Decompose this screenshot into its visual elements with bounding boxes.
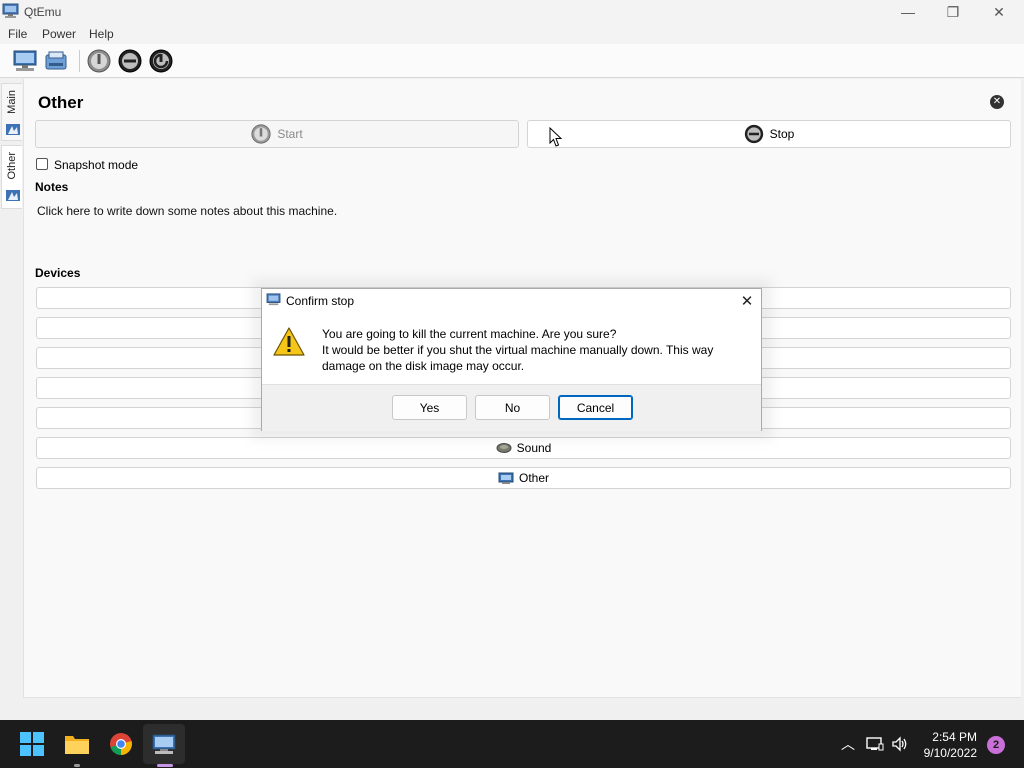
warning-icon [273, 327, 305, 356]
close-window-button[interactable]: ✕ [976, 0, 1022, 24]
toolbar [0, 44, 1024, 78]
tab-main[interactable]: Main [1, 83, 22, 141]
other-device-label: Other [518, 471, 549, 485]
close-icon: ✕ [740, 293, 754, 310]
machine-icon [6, 190, 20, 201]
menu-help[interactable]: Help [89, 27, 114, 41]
start-button[interactable]: Start [35, 120, 519, 148]
dialog-message: You are going to kill the current machin… [322, 326, 742, 374]
monitor-icon [13, 50, 37, 71]
chrome-button[interactable] [105, 728, 137, 760]
close-tab-icon[interactable]: ✕ [990, 95, 1004, 109]
qtemu-app-icon [152, 734, 176, 754]
file-explorer-button[interactable] [61, 728, 93, 760]
yes-label: Yes [419, 400, 440, 415]
page-title: Other [38, 93, 84, 112]
chevron-up-icon: ︿ [841, 736, 855, 752]
reset-icon [149, 49, 173, 73]
windows-logo-icon [20, 732, 44, 756]
open-machine-button[interactable] [42, 48, 70, 74]
confirm-stop-dialog: Confirm stop ✕ You are going to kill the… [261, 288, 762, 431]
clock-date: 9/10/2022 [923, 746, 977, 760]
folder-icon [65, 736, 89, 754]
qtemu-app-icon [266, 293, 281, 306]
tab-main-label: Main [6, 90, 18, 114]
qtemu-taskbar-button[interactable] [148, 728, 180, 760]
start-button-label: Start [277, 127, 303, 141]
menu-file[interactable]: File [8, 27, 27, 41]
toolbar-reset-button[interactable] [147, 48, 175, 74]
sound-device-label: Sound [516, 441, 552, 455]
dialog-message-line1: You are going to kill the current machin… [322, 327, 617, 341]
cancel-label: Cancel [576, 400, 615, 415]
explorer-running-indicator [74, 764, 80, 767]
cancel-button[interactable]: Cancel [558, 395, 633, 420]
network-button[interactable] [864, 720, 886, 768]
tab-other[interactable]: Other [1, 145, 22, 209]
devices-heading: Devices [35, 266, 81, 280]
close-icon: ✕ [993, 3, 1005, 20]
power-stop-icon [118, 49, 142, 73]
show-hidden-icons-button[interactable]: ︿ [838, 720, 858, 768]
machine-icon [6, 124, 20, 135]
volume-button[interactable] [889, 720, 911, 768]
dialog-close-button[interactable]: ✕ [736, 291, 758, 311]
clock[interactable]: 2:54 PM 9/10/2022 [915, 729, 977, 761]
no-button[interactable]: No [475, 395, 550, 420]
stop-button-label: Stop [769, 127, 795, 141]
drive-icon [45, 51, 67, 70]
start-menu-button[interactable] [16, 728, 48, 760]
notification-badge[interactable]: 2 [987, 736, 1005, 754]
taskbar: ︿ 2:54 PM 9/10/2022 [0, 720, 1024, 768]
maximize-button[interactable]: ❐ [930, 0, 976, 24]
power-on-icon [87, 49, 111, 73]
minimize-button[interactable]: — [885, 0, 931, 24]
toolbar-start-button[interactable] [85, 48, 113, 74]
stop-button[interactable]: Stop [527, 120, 1011, 148]
no-label: No [504, 400, 521, 415]
other-device-icon [498, 472, 514, 484]
qtemu-app-icon [2, 3, 19, 18]
minimize-icon: — [901, 4, 915, 20]
qtemu-active-indicator [157, 764, 173, 767]
title-bar: QtEmu — ❐ ✕ [0, 0, 1024, 24]
yes-button[interactable]: Yes [392, 395, 467, 420]
menu-bar: File Power Help [0, 24, 1024, 44]
power-stop-icon [744, 124, 763, 144]
toolbar-stop-button[interactable] [116, 48, 144, 74]
snapshot-mode-label: Snapshot mode [54, 158, 139, 172]
dialog-button-bar: Yes No Cancel [262, 384, 761, 431]
power-on-icon [251, 124, 271, 144]
chrome-icon [110, 733, 132, 755]
tab-other-label: Other [6, 152, 18, 180]
window-title: QtEmu [24, 5, 62, 19]
network-icon [866, 737, 884, 751]
clock-time: 2:54 PM [932, 730, 977, 744]
notes-field[interactable]: Click here to write down some notes abou… [37, 204, 337, 218]
side-tab-bar: Main Other [0, 79, 22, 697]
dialog-title: Confirm stop [286, 294, 355, 308]
snapshot-mode-checkbox[interactable] [36, 158, 48, 170]
mouse-cursor-icon [549, 127, 563, 147]
notes-heading: Notes [35, 180, 69, 194]
new-machine-button[interactable] [11, 48, 39, 74]
sound-card-icon [496, 443, 512, 453]
toolbar-separator [79, 50, 80, 72]
dialog-message-line2: It would be better if you shut the virtu… [322, 343, 714, 373]
maximize-icon: ❐ [946, 3, 960, 20]
volume-icon [892, 736, 907, 752]
other-device-button[interactable]: Other [36, 467, 1011, 489]
menu-power[interactable]: Power [42, 27, 76, 41]
sound-device-button[interactable]: Sound [36, 437, 1011, 459]
